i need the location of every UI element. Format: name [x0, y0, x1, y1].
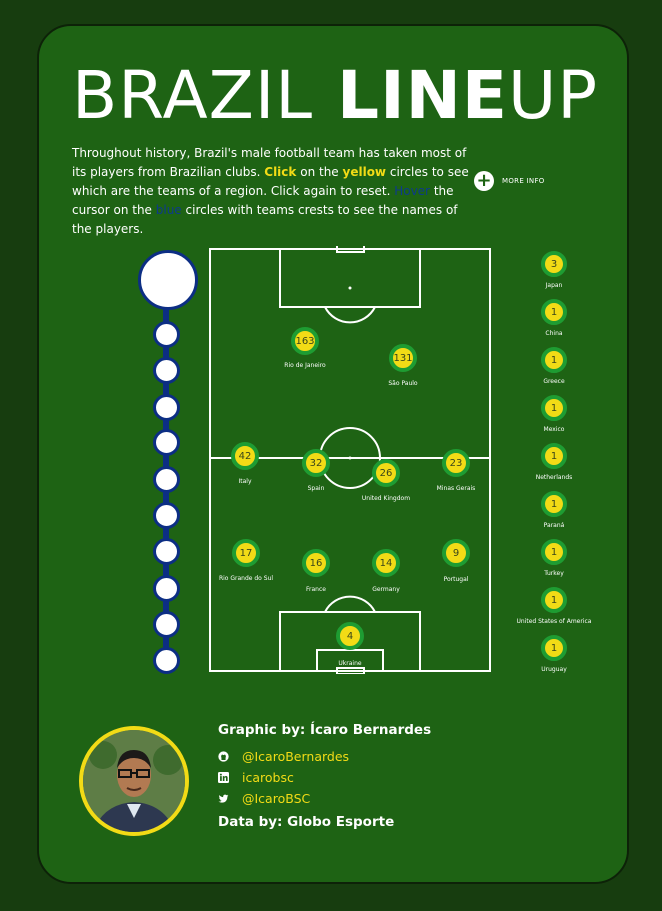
- region-circle[interactable]: 163: [291, 327, 319, 355]
- region-label: United Kingdom: [361, 495, 411, 502]
- plus-icon: +: [474, 171, 494, 191]
- region-label: Ukraine: [338, 660, 362, 667]
- region-circle[interactable]: 17: [232, 539, 260, 567]
- region-label: Mexico: [543, 426, 565, 433]
- region-circle[interactable]: 1: [541, 635, 567, 661]
- region-label: Italy: [238, 478, 252, 485]
- player-node[interactable]: [153, 429, 180, 456]
- region-label: Minas Gerais: [436, 485, 476, 492]
- region-label: China: [545, 330, 563, 337]
- intro-click: Click: [264, 165, 297, 179]
- region-label: Rio Grande do Sul: [218, 575, 274, 582]
- player-node[interactable]: [153, 321, 180, 348]
- region-circle[interactable]: 1: [541, 443, 567, 469]
- region-circle[interactable]: 1: [541, 299, 567, 325]
- title-word-line: LINE: [337, 57, 508, 134]
- region-label: Paraná: [543, 522, 565, 529]
- region-label: Uruguay: [541, 666, 567, 673]
- region-circle[interactable]: 1: [541, 539, 567, 565]
- player-node[interactable]: [153, 575, 180, 602]
- github-link[interactable]: @IcaroBernardes: [218, 749, 349, 764]
- region-circle[interactable]: 3: [541, 251, 567, 277]
- linkedin-icon: [218, 772, 229, 783]
- intro-blue: blue: [155, 203, 182, 217]
- region-label: Japan: [545, 282, 563, 289]
- top-penalty-box: [279, 248, 421, 308]
- intro-hover: Hover: [394, 184, 430, 198]
- region-label: Rio de Janeiro: [284, 362, 326, 369]
- region-circle[interactable]: 1: [541, 347, 567, 373]
- title-word-up: UP: [507, 57, 599, 134]
- page-title: BRAZIL LINEUP: [72, 56, 598, 136]
- author-avatar: [79, 726, 189, 836]
- bottom-penalty-arc: [324, 595, 376, 613]
- player-node[interactable]: [153, 466, 180, 493]
- player-node[interactable]: [153, 502, 180, 529]
- twitter-icon: [218, 794, 229, 803]
- region-label: Germany: [372, 586, 400, 593]
- title-word-brazil: BRAZIL: [72, 57, 314, 134]
- region-label: Greece: [543, 378, 565, 385]
- region-circle[interactable]: 1: [541, 491, 567, 517]
- top-penalty-arc: [324, 306, 376, 324]
- region-label: Netherlands: [535, 474, 573, 481]
- twitter-link[interactable]: @IcaroBSC: [218, 791, 310, 806]
- data-credit: Data by: Globo Esporte: [218, 814, 395, 830]
- region-circle[interactable]: 32: [302, 449, 330, 477]
- intro-text-2: on the: [296, 165, 343, 179]
- region-label: Portugal: [443, 576, 469, 583]
- player-node[interactable]: [153, 357, 180, 384]
- player-crest-large[interactable]: [138, 250, 198, 310]
- twitter-handle: @IcaroBSC: [242, 791, 311, 806]
- region-circle[interactable]: 9: [442, 539, 470, 567]
- github-handle: @IcaroBernardes: [242, 749, 350, 764]
- region-circle[interactable]: 42: [231, 442, 259, 470]
- region-circle[interactable]: 26: [372, 459, 400, 487]
- region-circle[interactable]: 1: [541, 587, 567, 613]
- region-label: Turkey: [544, 570, 564, 577]
- more-info-label: MORE INFO: [502, 177, 545, 185]
- region-label: Spain: [307, 485, 325, 492]
- region-circle[interactable]: 14: [372, 549, 400, 577]
- linkedin-handle: icarobsc: [242, 770, 294, 785]
- region-label: United States of America: [516, 618, 592, 625]
- linkedin-link[interactable]: icarobsc: [218, 770, 294, 785]
- region-circle[interactable]: 23: [442, 449, 470, 477]
- more-info-button[interactable]: + MORE INFO: [474, 171, 545, 191]
- region-circle[interactable]: 16: [302, 549, 330, 577]
- github-icon: [218, 751, 229, 762]
- graphic-credit: Graphic by: Ícaro Bernardes: [218, 722, 432, 738]
- player-node[interactable]: [153, 394, 180, 421]
- intro-text: Throughout history, Brazil's male footba…: [72, 144, 472, 239]
- region-circle[interactable]: 131: [389, 344, 417, 372]
- region-circle[interactable]: 4: [336, 622, 364, 650]
- player-node[interactable]: [153, 647, 180, 674]
- intro-yellow: yellow: [342, 165, 387, 179]
- player-node[interactable]: [153, 538, 180, 565]
- region-circle[interactable]: 1: [541, 395, 567, 421]
- player-node[interactable]: [153, 611, 180, 638]
- region-label: São Paulo: [388, 380, 418, 387]
